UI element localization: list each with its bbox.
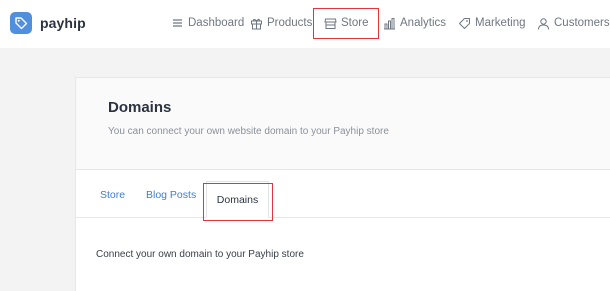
nav-customers-label: Customers (554, 17, 610, 29)
bar-chart-icon (383, 17, 396, 30)
domain-intro-text: Connect your own domain to your Payhip s… (96, 249, 304, 260)
brand-name: payhip (40, 15, 86, 31)
nav-products-label: Products (267, 17, 313, 29)
store-tabs: Store Blog Posts Domains (76, 170, 610, 218)
nav-dashboard-label: Dashboard (188, 17, 245, 29)
menu-icon (171, 17, 184, 30)
card-header: Domains You can connect your own website… (76, 78, 610, 170)
tag-icon (458, 17, 471, 30)
gift-icon (250, 17, 263, 30)
store-highlight-box (313, 8, 379, 39)
payhip-logo[interactable]: payhip (10, 12, 86, 34)
nav-marketing-label: Marketing (475, 17, 526, 29)
tab-store[interactable]: Store (100, 189, 125, 201)
nav-products[interactable]: Products (250, 14, 312, 32)
page-title: Domains (108, 99, 172, 116)
page-subtitle: You can connect your own website domain … (108, 126, 389, 137)
nav-dashboard[interactable]: Dashboard (171, 14, 244, 32)
nav-analytics-label: Analytics (400, 17, 447, 29)
tab-blog-posts[interactable]: Blog Posts (146, 189, 196, 201)
nav-marketing[interactable]: Marketing (458, 14, 526, 32)
nav-analytics[interactable]: Analytics (383, 14, 446, 32)
domains-card: Domains You can connect your own website… (75, 77, 610, 291)
top-navigation-bar: payhip Dashboard Products Store Analytic… (0, 0, 610, 48)
nav-customers[interactable]: Customers (537, 14, 610, 32)
tag-icon (10, 12, 32, 34)
domains-highlight-box (203, 183, 273, 221)
user-icon (537, 17, 550, 30)
